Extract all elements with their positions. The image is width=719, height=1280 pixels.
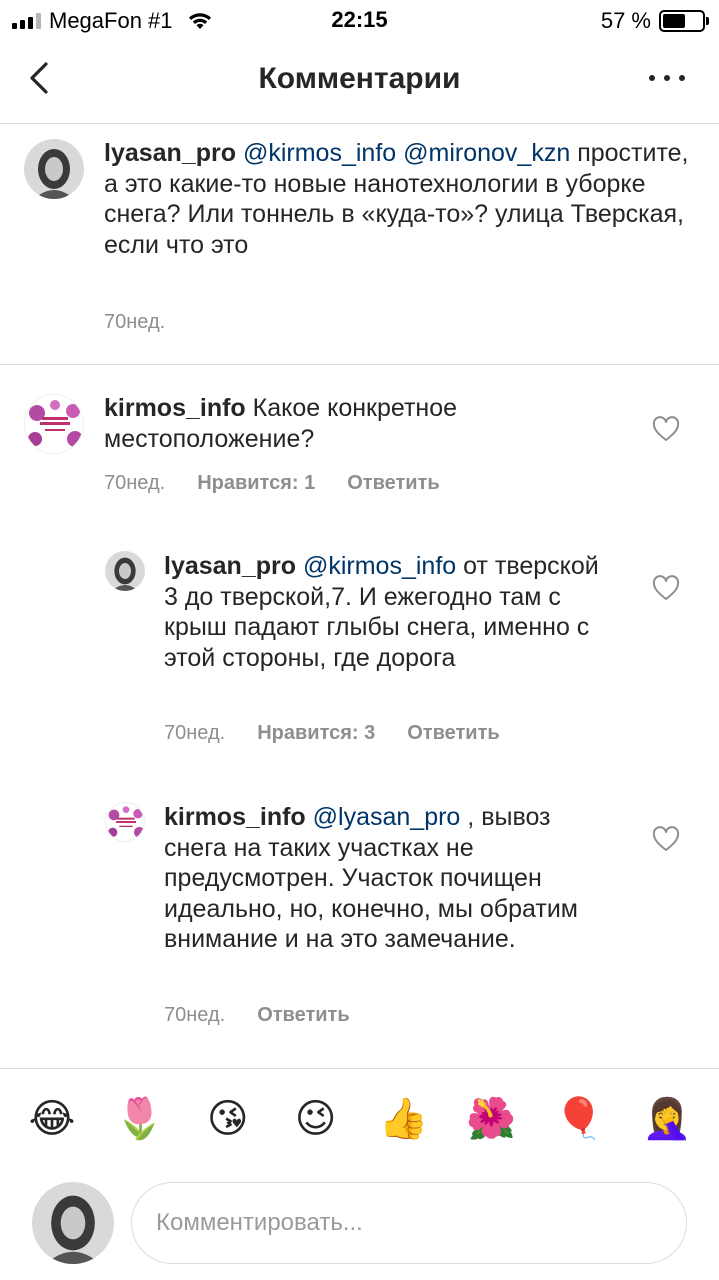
username[interactable]: kirmos_info xyxy=(164,803,306,831)
username[interactable]: kirmos_info xyxy=(104,394,246,422)
comment-reply: lyasan_pro @kirmos_info от тверской 3 до… xyxy=(0,548,719,768)
reply-button[interactable]: Ответить xyxy=(407,722,499,745)
emoji-button[interactable]: 🎈 xyxy=(549,1095,609,1143)
timestamp: 70нед. xyxy=(164,1004,226,1026)
username[interactable]: lyasan_pro xyxy=(104,139,236,167)
user-photo-icon xyxy=(105,551,145,591)
comment-input[interactable] xyxy=(131,1182,687,1264)
carrier-name: MegaFon #1 xyxy=(49,8,173,33)
timestamp: 70нед. xyxy=(164,722,226,744)
timestamp: 70нед. xyxy=(104,472,166,494)
emoji-button[interactable]: 🌺 xyxy=(461,1095,521,1143)
comment-reply: kirmos_info @lyasan_pro , вывоз снега на… xyxy=(0,799,719,1049)
emoji-button[interactable]: 🌷 xyxy=(110,1095,170,1143)
nav-bar: Комментарии xyxy=(0,40,719,124)
comment-item: kirmos_info Какое конкретное местоположе… xyxy=(0,366,719,526)
comment-text: kirmos_info Какое конкретное местоположе… xyxy=(104,393,624,454)
battery-icon xyxy=(659,10,709,32)
comment-composer xyxy=(0,1168,719,1280)
avatar[interactable] xyxy=(105,802,145,842)
mention-link[interactable]: @kirmos_info xyxy=(303,552,456,580)
heart-icon[interactable] xyxy=(652,416,680,442)
avatar[interactable] xyxy=(24,139,84,199)
avatar[interactable] xyxy=(24,394,84,454)
comment-meta: 70нед. Нравится: 3 Ответить xyxy=(164,722,500,745)
comment-text: lyasan_pro @kirmos_info от тверской 3 до… xyxy=(164,551,604,673)
wifi-icon xyxy=(188,13,211,29)
caption-text: lyasan_pro @kirmos_info @mironov_kzn про… xyxy=(104,138,694,260)
cellular-signal-icon xyxy=(12,13,41,29)
caption-meta: 70нед. xyxy=(104,311,165,334)
comment-meta: 70нед. Ответить xyxy=(164,1004,350,1027)
comment-text: kirmos_info @lyasan_pro , вывоз снега на… xyxy=(164,802,604,955)
brand-logo-icon xyxy=(106,803,144,841)
avatar[interactable] xyxy=(105,551,145,591)
page-title: Комментарии xyxy=(258,62,461,95)
battery-percent: 57 % xyxy=(600,8,651,33)
user-photo-icon xyxy=(32,1182,114,1264)
brand-logo-icon xyxy=(25,395,83,453)
more-horizontal-icon[interactable] xyxy=(649,66,685,90)
username[interactable]: lyasan_pro xyxy=(164,552,296,580)
likes-count[interactable]: Нравится: 1 xyxy=(197,472,315,495)
mention-link[interactable]: @mironov_kzn xyxy=(403,139,570,167)
post-caption: lyasan_pro @kirmos_info @mironov_kzn про… xyxy=(0,125,719,365)
mention-link[interactable]: @kirmos_info xyxy=(243,139,396,167)
reply-button[interactable]: Ответить xyxy=(257,1004,349,1027)
reply-button[interactable]: Ответить xyxy=(347,472,439,495)
likes-count[interactable]: Нравится: 3 xyxy=(257,722,375,745)
emoji-button[interactable]: 😂 xyxy=(22,1095,82,1143)
heart-icon[interactable] xyxy=(652,826,680,852)
emoji-button[interactable]: 😉 xyxy=(286,1095,346,1143)
avatar xyxy=(32,1182,114,1264)
emoji-bar: 😂 🌷 😘 😉 👍 🌺 🎈 🤦‍♀️ xyxy=(0,1068,719,1168)
status-left: MegaFon #1 xyxy=(12,8,213,34)
mention-link[interactable]: @lyasan_pro xyxy=(313,803,461,831)
emoji-button[interactable]: 🤦‍♀️ xyxy=(637,1095,697,1143)
emoji-button[interactable]: 😘 xyxy=(198,1095,258,1143)
status-bar: MegaFon #1 22:15 57 % xyxy=(0,0,719,40)
comment-meta: 70нед. Нравится: 1 Ответить xyxy=(104,472,440,495)
timestamp: 70нед. xyxy=(104,311,166,333)
emoji-button[interactable]: 👍 xyxy=(373,1095,433,1143)
status-right: 57 % xyxy=(600,8,709,34)
battery-fill xyxy=(663,14,685,28)
user-photo-icon xyxy=(24,139,84,199)
heart-icon[interactable] xyxy=(652,575,680,601)
